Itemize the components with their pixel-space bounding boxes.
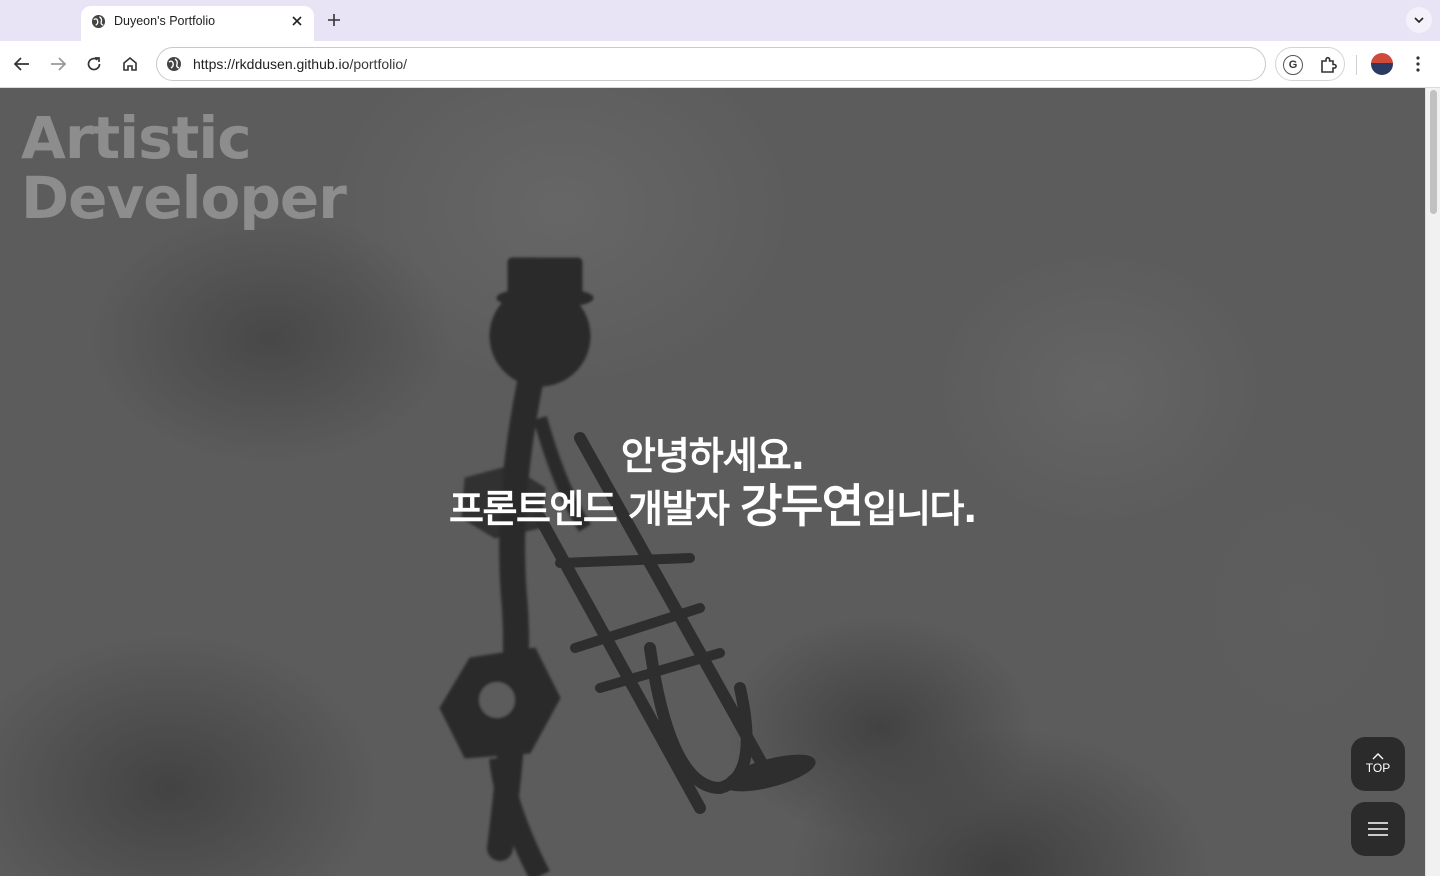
extensions-group: G	[1275, 47, 1345, 81]
greeting-line-2: 프론트엔드 개발자 강두연입니다.	[0, 480, 1425, 535]
chevron-up-icon	[1372, 753, 1384, 760]
url-path: /portfolio/	[349, 56, 408, 72]
extension-g-icon[interactable]: G	[1283, 55, 1303, 75]
brand-line-2: Developer	[21, 164, 347, 232]
tab-strip: Duyeon's Portfolio	[0, 0, 1440, 41]
close-icon[interactable]	[288, 12, 306, 30]
more-vert-icon[interactable]	[1408, 53, 1428, 75]
hero-greeting: 안녕하세요. 프론트엔드 개발자 강두연입니다.	[0, 432, 1425, 535]
menu-button[interactable]	[1351, 802, 1405, 856]
greeting-line-1: 안녕하세요.	[620, 434, 805, 478]
brand-line-1: Artistic	[21, 104, 252, 172]
hamburger-icon	[1368, 822, 1388, 836]
brand-title: Artistic Developer	[21, 104, 347, 232]
address-bar[interactable]: https://rkddusen.github.io/portfolio/	[156, 47, 1266, 81]
puzzle-icon[interactable]	[1318, 55, 1338, 75]
greeting-suffix: 입니다.	[862, 487, 978, 531]
home-icon[interactable]	[118, 52, 142, 76]
scrollbar-thumb[interactable]	[1430, 90, 1437, 214]
browser-toolbar: https://rkddusen.github.io/portfolio/ G	[0, 41, 1440, 88]
page-viewport: Artistic Developer 안녕하세요. 프론트엔드 개발자 강두연입…	[0, 88, 1425, 876]
url-host: https://rkddusen.github.io	[193, 56, 350, 72]
forward-arrow-icon[interactable]	[46, 52, 70, 76]
tab-title: Duyeon's Portfolio	[114, 14, 216, 28]
browser-tab[interactable]: Duyeon's Portfolio	[81, 6, 314, 41]
toolbar-divider	[1356, 55, 1357, 75]
avatar[interactable]	[1371, 53, 1393, 75]
back-arrow-icon[interactable]	[10, 52, 34, 76]
scroll-to-top-button[interactable]: TOP	[1351, 737, 1405, 791]
reload-icon[interactable]	[82, 52, 106, 76]
page-scrollbar[interactable]	[1425, 88, 1440, 876]
url-text: https://rkddusen.github.io/portfolio/	[193, 56, 407, 72]
plus-icon[interactable]	[324, 10, 344, 30]
top-button-label: TOP	[1365, 761, 1391, 775]
greeting-prefix: 프론트엔드 개발자	[449, 487, 741, 531]
site-info-icon[interactable]	[166, 56, 182, 72]
developer-name: 강두연	[740, 479, 864, 533]
chevron-down-icon[interactable]	[1406, 7, 1432, 33]
globe-icon	[91, 14, 106, 29]
